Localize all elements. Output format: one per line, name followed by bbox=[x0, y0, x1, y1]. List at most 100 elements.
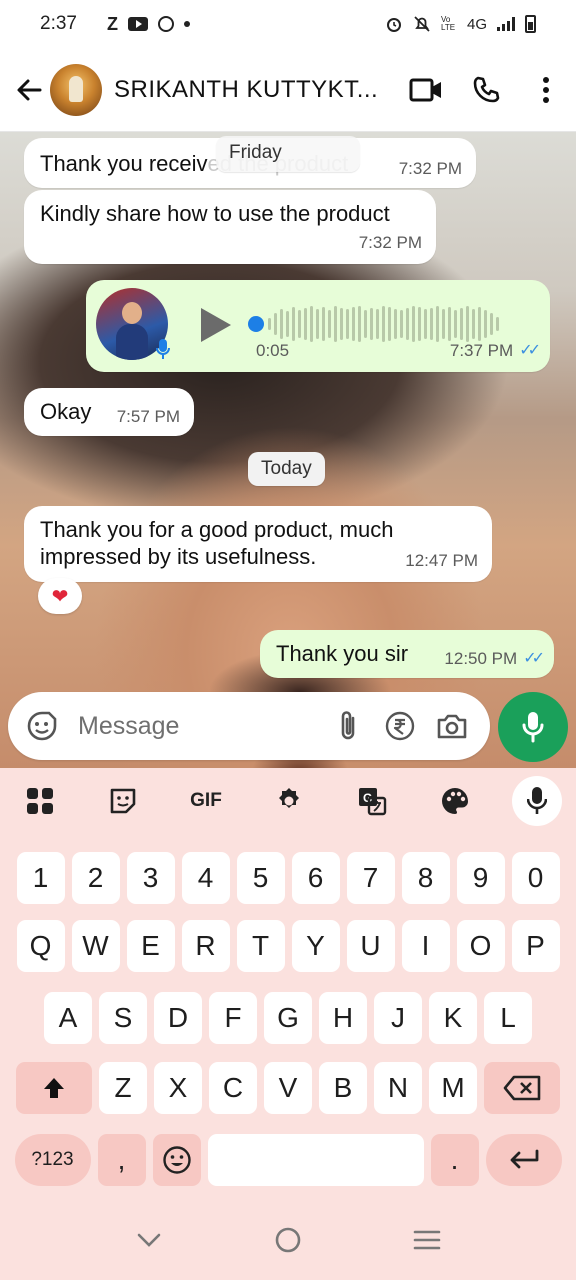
key-i[interactable]: I bbox=[401, 920, 450, 972]
gif-button[interactable]: GIF bbox=[180, 775, 232, 827]
theme-button[interactable] bbox=[429, 775, 481, 827]
key-f[interactable]: F bbox=[209, 992, 257, 1044]
sticker-button[interactable] bbox=[97, 775, 149, 827]
voice-mic-badge-icon bbox=[156, 339, 170, 359]
alarm-icon bbox=[386, 18, 401, 32]
key-8[interactable]: 8 bbox=[401, 852, 450, 904]
attach-button[interactable] bbox=[322, 700, 374, 752]
key-j[interactable]: J bbox=[374, 992, 422, 1044]
key-a[interactable]: A bbox=[44, 992, 92, 1044]
video-call-button[interactable] bbox=[396, 60, 456, 120]
contact-avatar[interactable] bbox=[50, 63, 102, 116]
key-z[interactable]: Z bbox=[99, 1062, 147, 1114]
key-2[interactable]: 2 bbox=[71, 852, 120, 904]
system-nav-bar bbox=[0, 1200, 576, 1280]
message-input[interactable] bbox=[78, 711, 322, 741]
voice-seek-handle[interactable] bbox=[248, 316, 264, 332]
voice-record-button[interactable] bbox=[498, 692, 568, 762]
message-bubble-outgoing[interactable]: Thank you sir 12:50 PM ✓✓ bbox=[260, 630, 554, 678]
key-s[interactable]: S bbox=[99, 992, 147, 1044]
key-b[interactable]: B bbox=[319, 1062, 367, 1114]
key-e[interactable]: E bbox=[126, 920, 175, 972]
key-p[interactable]: P bbox=[511, 920, 560, 972]
backspace-icon bbox=[503, 1075, 541, 1101]
message-time: 7:37 PM bbox=[449, 341, 514, 360]
period-key[interactable]: . bbox=[430, 1134, 479, 1186]
key-d[interactable]: D bbox=[154, 992, 202, 1044]
nav-back-button[interactable] bbox=[119, 1210, 179, 1270]
key-o[interactable]: O bbox=[456, 920, 505, 972]
key-u[interactable]: U bbox=[346, 920, 395, 972]
key-h[interactable]: H bbox=[319, 992, 367, 1044]
key-0[interactable]: 0 bbox=[511, 852, 560, 904]
voice-message-bubble[interactable]: 0:05 7:37 PM ✓✓ bbox=[86, 280, 550, 372]
keyboard-row-qwerty: Q W E R T Y U I O P bbox=[0, 920, 576, 972]
shift-key[interactable] bbox=[16, 1062, 92, 1114]
battery-icon bbox=[525, 15, 536, 33]
key-1[interactable]: 1 bbox=[16, 852, 65, 904]
backspace-key[interactable] bbox=[484, 1062, 560, 1114]
message-bubble-incoming[interactable]: Okay 7:57 PM bbox=[24, 388, 194, 436]
chat-area[interactable]: Thank you received the product 7:32 PM F… bbox=[0, 132, 576, 768]
keyboard-row-bottom: ?123 , . bbox=[0, 1134, 576, 1186]
key-n[interactable]: N bbox=[374, 1062, 422, 1114]
palette-icon bbox=[442, 788, 468, 814]
key-c[interactable]: C bbox=[209, 1062, 257, 1114]
emoji-button[interactable] bbox=[24, 700, 60, 752]
key-k[interactable]: K bbox=[429, 992, 477, 1044]
space-key[interactable] bbox=[207, 1134, 424, 1186]
message-text: Thank you receiv bbox=[40, 151, 208, 176]
voice-call-button[interactable] bbox=[456, 60, 516, 120]
date-separator-chip: Today bbox=[248, 452, 325, 486]
key-3[interactable]: 3 bbox=[126, 852, 175, 904]
key-q[interactable]: Q bbox=[16, 920, 65, 972]
emoji-key-icon bbox=[162, 1146, 191, 1174]
shazam-icon bbox=[157, 16, 174, 32]
key-y[interactable]: Y bbox=[291, 920, 340, 972]
key-m[interactable]: M bbox=[429, 1062, 477, 1114]
payment-button[interactable] bbox=[374, 700, 426, 752]
message-bubble-incoming[interactable]: Kindly share how to use the product 7:32… bbox=[24, 190, 436, 264]
home-circle-icon bbox=[275, 1227, 301, 1253]
key-g[interactable]: G bbox=[264, 992, 312, 1044]
key-4[interactable]: 4 bbox=[181, 852, 230, 904]
voice-duration: 0:05 bbox=[256, 341, 290, 360]
camera-button[interactable] bbox=[426, 700, 478, 752]
comma-key[interactable]: , bbox=[97, 1134, 146, 1186]
recents-icon bbox=[413, 1230, 440, 1250]
settings-button[interactable] bbox=[263, 775, 315, 827]
more-options-button[interactable] bbox=[516, 60, 576, 120]
voice-call-icon bbox=[473, 76, 500, 102]
key-9[interactable]: 9 bbox=[456, 852, 505, 904]
key-l[interactable]: L bbox=[484, 992, 532, 1044]
emoji-key[interactable] bbox=[152, 1134, 201, 1186]
key-7[interactable]: 7 bbox=[346, 852, 395, 904]
keyboard-row-asdf: A S D F G H J K L bbox=[0, 992, 576, 1044]
play-button[interactable] bbox=[201, 308, 231, 342]
key-x[interactable]: X bbox=[154, 1062, 202, 1114]
voice-input-button[interactable] bbox=[512, 776, 562, 826]
key-6[interactable]: 6 bbox=[291, 852, 340, 904]
enter-icon bbox=[510, 1149, 538, 1169]
volte-label: Vo LTE bbox=[440, 15, 456, 32]
message-text: Okay bbox=[40, 399, 92, 424]
key-5[interactable]: 5 bbox=[236, 852, 285, 904]
key-r[interactable]: R bbox=[181, 920, 230, 972]
symbols-key[interactable]: ?123 bbox=[14, 1134, 91, 1186]
translate-button[interactable]: G bbox=[346, 775, 398, 827]
back-arrow-icon bbox=[17, 79, 42, 100]
read-receipt-icon: ✓✓ bbox=[523, 650, 545, 667]
nav-home-button[interactable] bbox=[258, 1210, 318, 1270]
enter-key[interactable] bbox=[485, 1134, 562, 1186]
key-w[interactable]: W bbox=[71, 920, 120, 972]
message-time: 7:32 PM bbox=[398, 159, 462, 178]
heart-reaction-icon[interactable]: ❤ bbox=[38, 578, 82, 614]
key-t[interactable]: T bbox=[236, 920, 285, 972]
apps-grid-button[interactable] bbox=[14, 775, 66, 827]
nav-recents-button[interactable] bbox=[397, 1210, 457, 1270]
contact-name[interactable]: SRIKANTH KUTTYKT... bbox=[114, 76, 378, 104]
key-v[interactable]: V bbox=[264, 1062, 312, 1114]
message-bubble-incoming[interactable]: Thank you for a good product, much impre… bbox=[24, 506, 492, 582]
back-button[interactable] bbox=[8, 69, 50, 111]
camera-icon bbox=[437, 714, 467, 739]
